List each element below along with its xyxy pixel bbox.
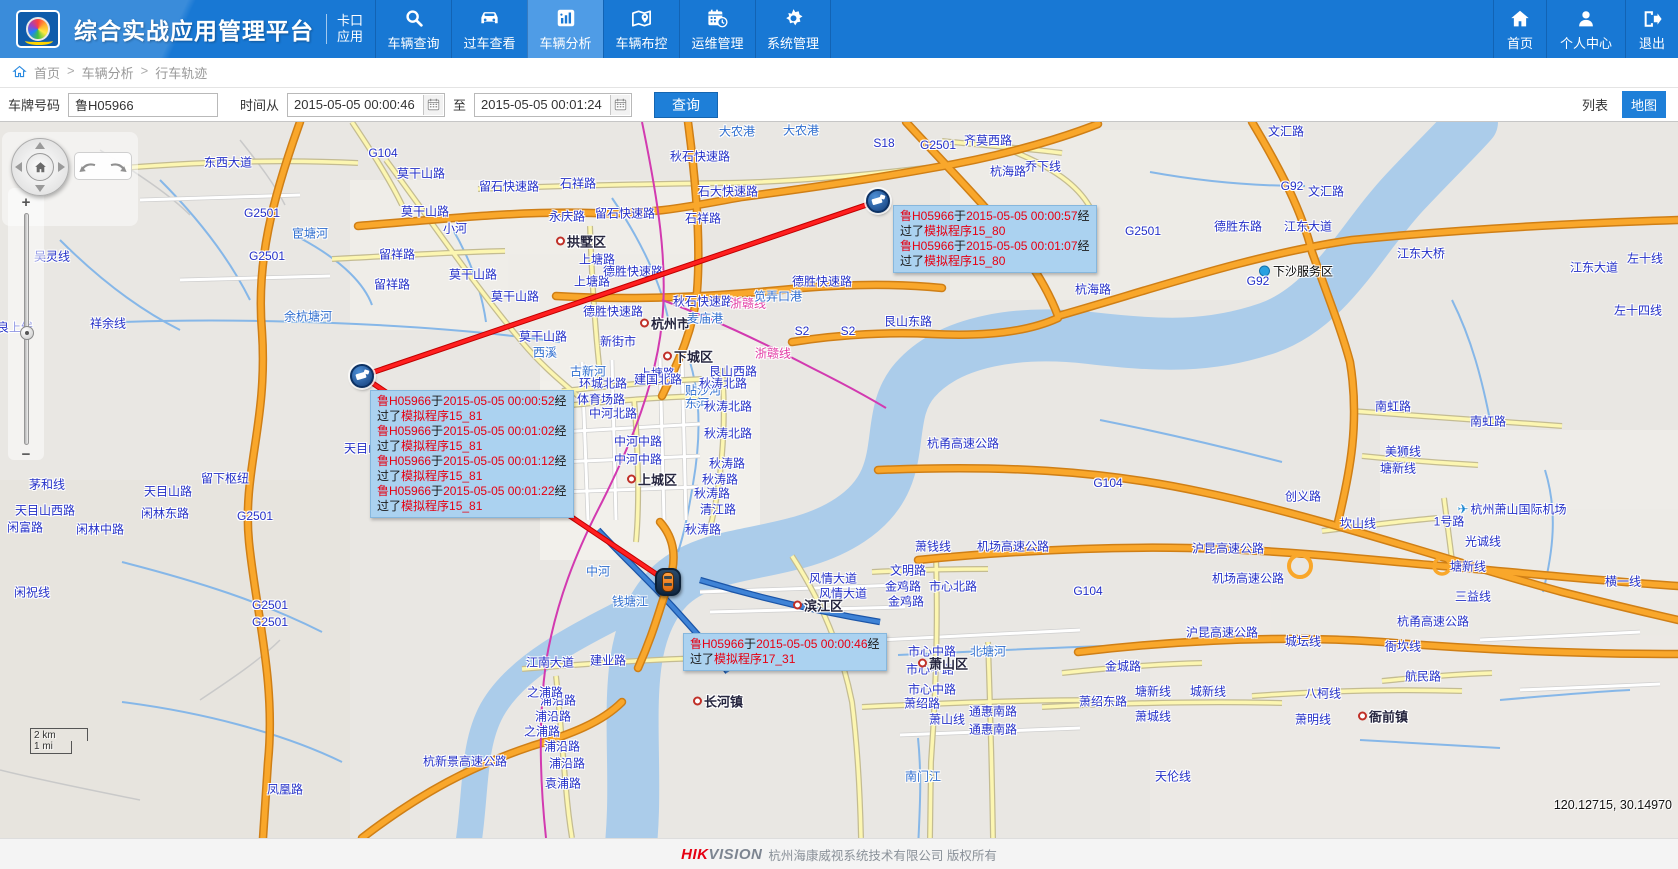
- forward-arrow-icon[interactable]: [106, 159, 128, 174]
- camera-logo-icon: [16, 10, 60, 48]
- zoom-in-icon[interactable]: +: [22, 196, 31, 210]
- header-divider: [326, 14, 327, 44]
- zoom-out-icon[interactable]: −: [22, 448, 31, 462]
- zoom-track[interactable]: [24, 213, 29, 445]
- time-from-label: 时间从: [240, 95, 279, 114]
- hikvision-logo: HIKVISION: [681, 846, 762, 863]
- user-nav-label: 退出: [1639, 33, 1665, 52]
- trajectory-popup-3: 鲁H05966于2015-05-05 00:00:46经过了模拟程序17_31: [683, 633, 887, 671]
- map-canvas[interactable]: 东西大道G104莫干山路留石快速路石祥路秋石快速路石大快速路大农港大农港S18G…: [0, 122, 1678, 838]
- nav-vehicle-query[interactable]: 车辆查询: [375, 0, 451, 58]
- pan-down-icon[interactable]: [35, 185, 45, 192]
- zoom-slider[interactable]: + −: [12, 196, 40, 462]
- breadcrumb-item[interactable]: 行车轨迹: [155, 63, 207, 82]
- trajectory-popup-1: 鲁H05966于2015-05-05 00:00:57经过了模拟程序15_80鲁…: [893, 205, 1097, 273]
- nav-label: 车辆布控: [615, 33, 667, 52]
- app-title: 综合实战应用管理平台: [74, 0, 314, 58]
- zoom-handle[interactable]: [20, 326, 34, 340]
- breadcrumb-separator: >: [67, 63, 75, 82]
- breadcrumb-home-icon: [12, 64, 27, 82]
- nav-label: 系统管理: [767, 33, 819, 52]
- user-nav-personal-center[interactable]: 个人中心: [1546, 0, 1625, 58]
- trajectory-layer: [0, 122, 1678, 838]
- user-icon: [1575, 7, 1597, 31]
- nav-label: 运维管理: [691, 33, 743, 52]
- app-footer: HIKVISION 杭州海康威视系统技术有限公司 版权所有: [0, 838, 1678, 869]
- list-view-toggle[interactable]: 列表: [1574, 91, 1616, 118]
- map-view-toggle[interactable]: 地图: [1622, 91, 1666, 118]
- nav-label: 车辆查询: [387, 33, 439, 52]
- checkpoint-marker-1[interactable]: [866, 189, 890, 213]
- calendar-icon[interactable]: [610, 95, 630, 115]
- application-window: 综合实战应用管理平台 卡口应用 车辆查询过车查看车辆分析车辆布控运维管理系统管理…: [0, 0, 1678, 869]
- nav-ops-management[interactable]: 运维管理: [679, 0, 755, 58]
- pan-left-icon[interactable]: [15, 162, 22, 172]
- home-icon: [1509, 7, 1531, 31]
- user-nav-label: 首页: [1507, 33, 1533, 52]
- query-button[interactable]: 查询: [654, 92, 718, 118]
- plate-input[interactable]: [68, 93, 218, 117]
- nav-label: 车辆分析: [539, 33, 591, 52]
- nav-system-management[interactable]: 系统管理: [755, 0, 831, 58]
- search-toolbar: 车牌号码 时间从 至 查询 列表 地图: [0, 88, 1678, 122]
- nav-passing-vehicle-view[interactable]: 过车查看: [451, 0, 527, 58]
- nav-label: 过车查看: [463, 33, 515, 52]
- map-home-button[interactable]: [26, 153, 54, 181]
- app-subtitle: 卡口应用: [337, 0, 371, 58]
- time-to-input[interactable]: [474, 93, 632, 117]
- chart-icon: [555, 6, 577, 30]
- app-logo: [0, 0, 74, 58]
- plate-label: 车牌号码: [8, 95, 60, 114]
- logout-icon: [1641, 7, 1663, 31]
- scale-km: 2 km: [30, 728, 88, 741]
- map-pin-icon: [630, 6, 653, 30]
- user-nav-home[interactable]: 首页: [1493, 0, 1546, 58]
- back-arrow-icon[interactable]: [78, 159, 100, 174]
- gear-icon: [782, 6, 805, 30]
- user-nav-label: 个人中心: [1560, 33, 1612, 52]
- pan-right-icon[interactable]: [58, 162, 65, 172]
- breadcrumb-separator: >: [141, 63, 149, 82]
- time-from-input[interactable]: [287, 93, 445, 117]
- cursor-coordinates: 120.12715, 30.14970: [1554, 798, 1672, 812]
- map-history-controls: [74, 152, 132, 180]
- user-nav-logout[interactable]: 退出: [1625, 0, 1678, 58]
- breadcrumb-item[interactable]: 首页: [34, 63, 60, 82]
- nav-vehicle-surveillance[interactable]: 车辆布控: [603, 0, 679, 58]
- copyright-text: 杭州海康威视系统技术有限公司 版权所有: [768, 845, 996, 864]
- calendar-clock-icon: [706, 6, 729, 30]
- breadcrumb-item[interactable]: 车辆分析: [82, 63, 134, 82]
- checkpoint-marker-2[interactable]: [350, 364, 374, 388]
- pan-control[interactable]: [11, 138, 69, 196]
- trajectory-popup-2: 鲁H05966于2015-05-05 00:00:52经过了模拟程序15_81鲁…: [370, 390, 574, 518]
- scale-mi: 1 mi: [30, 741, 72, 754]
- map-scalebar: 2 km 1 mi: [30, 728, 88, 754]
- vehicle-marker[interactable]: [655, 568, 681, 596]
- search-icon: [403, 6, 425, 30]
- calendar-icon[interactable]: [423, 95, 443, 115]
- pan-up-icon[interactable]: [35, 142, 45, 149]
- breadcrumb: 首页 > 车辆分析 > 行车轨迹: [0, 58, 1678, 88]
- main-nav: 车辆查询 过车查看 车辆分析 车辆布控 运维管理 系统管理: [375, 0, 831, 58]
- user-nav: 首页 个人中心 退出: [1493, 0, 1678, 58]
- nav-vehicle-analysis[interactable]: 车辆分析: [527, 0, 603, 58]
- to-label: 至: [453, 95, 466, 114]
- home-icon: [33, 160, 48, 175]
- car-icon: [478, 6, 501, 30]
- app-header: 综合实战应用管理平台 卡口应用 车辆查询 过车查看 车辆分析 车辆布控 运维管理 系统管理…: [0, 0, 1678, 58]
